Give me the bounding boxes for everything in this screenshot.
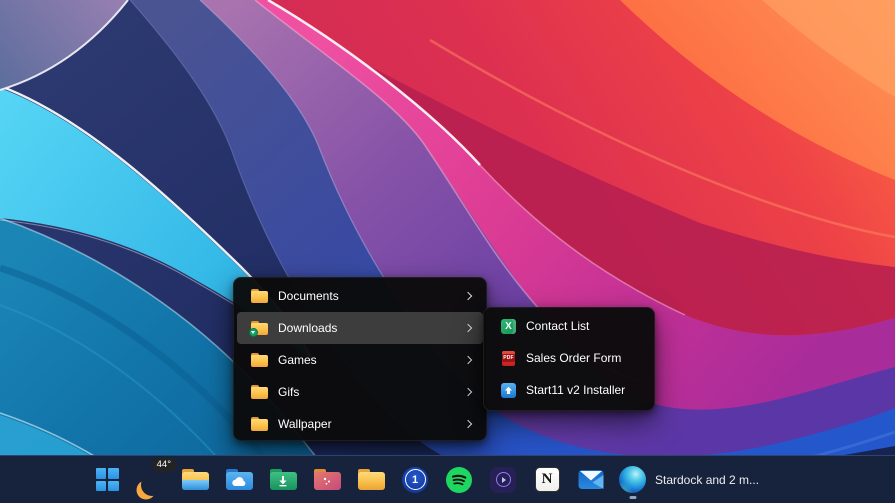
chevron-right-icon — [464, 388, 472, 396]
folder-icon — [251, 289, 268, 303]
menu-item-games[interactable]: Games — [237, 344, 483, 376]
menu-item-wallpaper[interactable]: Wallpaper — [237, 408, 483, 440]
menu-item-label: Gifs — [278, 385, 465, 399]
running-app-indicator — [629, 496, 636, 499]
taskbar-spotify-button[interactable] — [437, 458, 481, 502]
menu-item-label: Games — [278, 353, 465, 367]
download-arrow-badge-icon — [249, 328, 258, 337]
taskbar: 44° — [0, 455, 895, 503]
cloud-folder-icon — [226, 469, 253, 490]
submenu-item-contact-list[interactable]: X Contact List — [487, 310, 651, 342]
edge-icon — [619, 466, 646, 493]
mail-icon — [578, 469, 604, 490]
taskbar-start-button[interactable] — [85, 458, 129, 502]
chevron-right-icon — [464, 292, 472, 300]
folder-icon — [358, 469, 385, 490]
edge-window-title: Stardock and 2 m... — [655, 473, 759, 487]
chevron-right-icon — [464, 356, 472, 364]
excel-file-icon: X — [501, 319, 516, 334]
menu-item-documents[interactable]: Documents — [237, 280, 483, 312]
menu-item-label: Wallpaper — [278, 417, 465, 431]
menu-item-gifs[interactable]: Gifs — [237, 376, 483, 408]
1password-digit: 1 — [412, 474, 418, 486]
weather-moon-icon: 44° — [135, 462, 167, 498]
notion-icon: N — [535, 467, 560, 492]
chevron-right-icon — [464, 324, 472, 332]
start11-installer-icon — [501, 383, 516, 398]
taskbar-weather-widget[interactable]: 44° — [129, 458, 173, 502]
desktop: Documents Downloads Games Gifs Wallpaper… — [0, 0, 895, 503]
taskbar-1password-button[interactable]: 1 — [393, 458, 437, 502]
context-menu-folders: Documents Downloads Games Gifs Wallpaper — [233, 277, 487, 441]
chevron-right-icon — [464, 420, 472, 428]
submenu-item-sales-order-form[interactable]: PDF Sales Order Form — [487, 342, 651, 374]
folder-icon — [251, 385, 268, 399]
1password-icon: 1 — [402, 467, 428, 493]
submenu-item-label: Start11 v2 Installer — [526, 383, 641, 397]
submenu-item-label: Sales Order Form — [526, 351, 641, 365]
taskbar-mail-button[interactable] — [569, 458, 613, 502]
folder-icon — [251, 417, 268, 431]
taskbar-downloads-folder-button[interactable] — [261, 458, 305, 502]
context-submenu-downloads: X Contact List PDF Sales Order Form Star… — [483, 307, 655, 411]
taskbar-notion-button[interactable]: N — [525, 458, 569, 502]
submenu-item-start11-installer[interactable]: Start11 v2 Installer — [487, 374, 651, 406]
windows-logo-icon — [96, 468, 119, 491]
spotify-icon — [446, 467, 472, 493]
submenu-item-label: Contact List — [526, 319, 641, 333]
taskbar-edge-window-button[interactable]: Stardock and 2 m... — [613, 458, 771, 502]
taskbar-folder-button[interactable] — [349, 458, 393, 502]
menu-item-label: Downloads — [278, 321, 465, 335]
folder-icon — [251, 353, 268, 367]
clipchamp-icon — [490, 467, 516, 493]
menu-item-label: Documents — [278, 289, 465, 303]
folder-download-icon — [251, 321, 268, 335]
pdf-badge-label: PDF — [502, 354, 516, 362]
taskbar-file-explorer-button[interactable] — [173, 458, 217, 502]
file-explorer-icon — [182, 469, 209, 490]
downloads-folder-icon — [270, 469, 297, 490]
taskbar-pictures-folder-button[interactable] — [305, 458, 349, 502]
media-folder-icon — [314, 469, 341, 490]
crescent-moon-icon — [141, 474, 163, 496]
menu-item-downloads[interactable]: Downloads — [237, 312, 483, 344]
taskbar-clipchamp-button[interactable] — [481, 458, 525, 502]
pdf-file-icon: PDF — [502, 351, 515, 366]
taskbar-onedrive-folder-button[interactable] — [217, 458, 261, 502]
